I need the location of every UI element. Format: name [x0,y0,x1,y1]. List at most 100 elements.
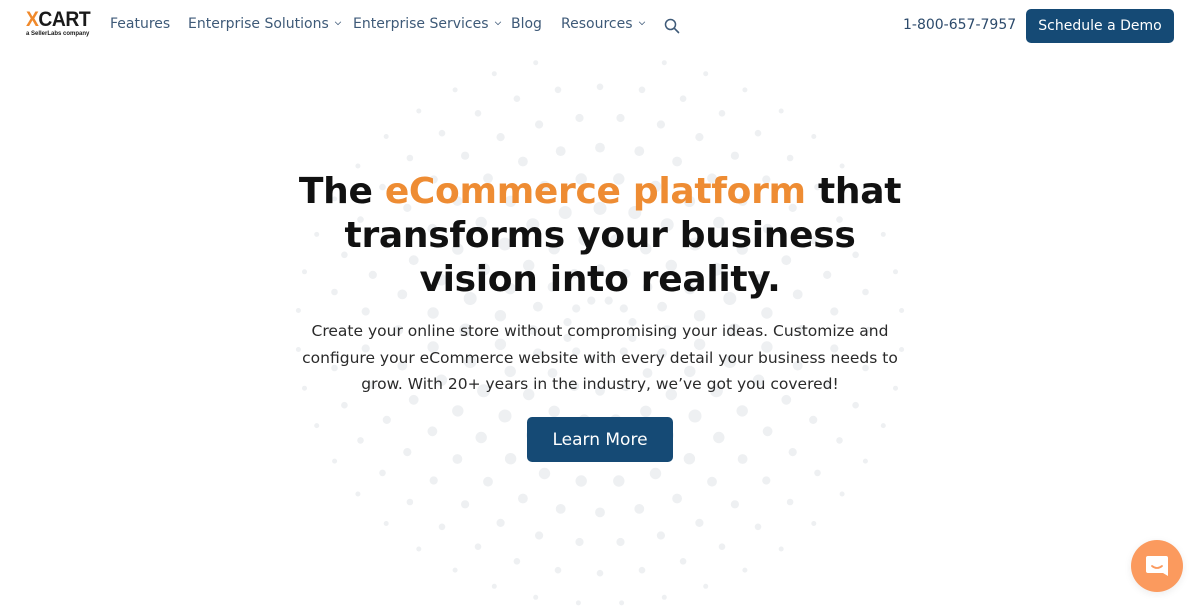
background-dot [314,423,320,429]
background-dot [452,454,463,464]
background-dot [839,491,845,497]
background-dot [461,500,470,509]
background-dot [496,518,505,528]
background-dot [730,500,740,509]
background-dot [616,537,625,547]
background-dot [416,546,422,552]
background-dot [814,469,821,477]
background-dot [383,134,389,139]
nav-resources[interactable]: Resources [561,16,645,32]
background-dot [406,154,414,162]
background-dot [754,129,762,137]
background-dot [474,110,482,117]
chat-widget-button[interactable] [1131,540,1183,592]
background-dot [575,537,584,547]
background-dot [513,95,521,102]
background-dot [788,448,797,457]
background-dot [718,543,726,550]
background-dot [786,154,794,162]
background-dot [656,120,666,129]
background-dot [496,133,505,142]
background-dot [535,120,544,129]
hero-description: Create your online store without comprom… [302,322,898,393]
chevron-down-icon [494,18,501,26]
schedule-demo-button[interactable]: Schedule a Demo [1026,9,1174,43]
background-dot [416,108,422,114]
background-dot [778,108,784,114]
background-dot [852,401,859,409]
background-dot [762,426,773,437]
logo-tagline: a SellerLabs company [26,31,90,37]
background-dot [786,498,794,506]
background-dot [656,531,666,540]
background-dot [474,543,482,550]
nav-enterprise-services[interactable]: Enterprise Services [353,16,501,32]
site-header: XCART a SellerLabs company Features Ente… [0,0,1200,52]
nav-enterprise-solutions[interactable]: Enterprise Solutions [188,16,341,32]
background-dot [640,405,652,417]
search-icon[interactable] [664,18,680,34]
background-dot [899,308,905,313]
background-dot [695,518,704,528]
background-dot [382,415,391,424]
background-dot [672,493,682,504]
background-dot [555,146,566,157]
background-dot [703,583,709,589]
background-dot [533,594,539,600]
background-dot [839,163,845,169]
background-dot [880,423,886,429]
xcart-logo[interactable]: XCART a SellerLabs company [26,8,91,42]
background-dot [830,307,839,316]
chevron-down-icon [638,18,645,26]
background-dot [538,467,551,480]
background-dot [661,60,667,66]
background-dot [332,458,338,464]
background-dot [596,569,604,577]
background-dot [429,476,438,485]
nav-features[interactable]: Features [110,16,170,32]
learn-more-button[interactable]: Learn More [527,417,673,462]
background-dot [613,475,625,487]
background-dot [634,504,645,514]
background-dot [762,476,771,485]
background-dot [809,415,818,424]
background-dot [688,409,702,423]
background-dot [438,523,446,531]
background-dot [638,86,646,94]
background-dot [295,308,301,313]
background-dot [736,405,748,417]
background-dot [713,431,725,444]
background-dot [554,566,562,574]
background-dot [355,163,361,169]
background-dot [811,134,817,139]
background-dot [554,86,562,94]
background-dot [634,146,645,157]
nav-blog[interactable]: Blog [511,16,542,32]
background-dot [427,307,439,319]
background-dot [661,594,667,600]
background-dot [452,405,464,417]
background-dot [619,600,625,606]
phone-number-link[interactable]: 1-800-657-7957 [903,17,1016,33]
chat-icon [1146,556,1168,576]
background-dot [742,567,748,573]
background-dot [518,156,528,167]
background-dot [403,448,412,457]
background-dot [595,507,605,518]
background-dot [572,304,581,313]
hero-section: The eCommerce platform that transforms y… [0,170,1200,302]
background-dot [575,113,584,123]
background-dot [491,71,497,77]
background-dot [679,558,687,565]
background-dot [535,531,544,540]
background-dot [555,504,566,514]
background-dot [619,304,628,313]
logo-x: X [26,8,39,31]
background-dot [475,431,487,444]
background-dot [657,301,667,312]
background-dot [836,437,843,444]
background-dot [761,307,773,319]
background-dot [742,87,748,93]
background-dot [596,83,604,91]
logo-cart: CART [38,8,91,31]
